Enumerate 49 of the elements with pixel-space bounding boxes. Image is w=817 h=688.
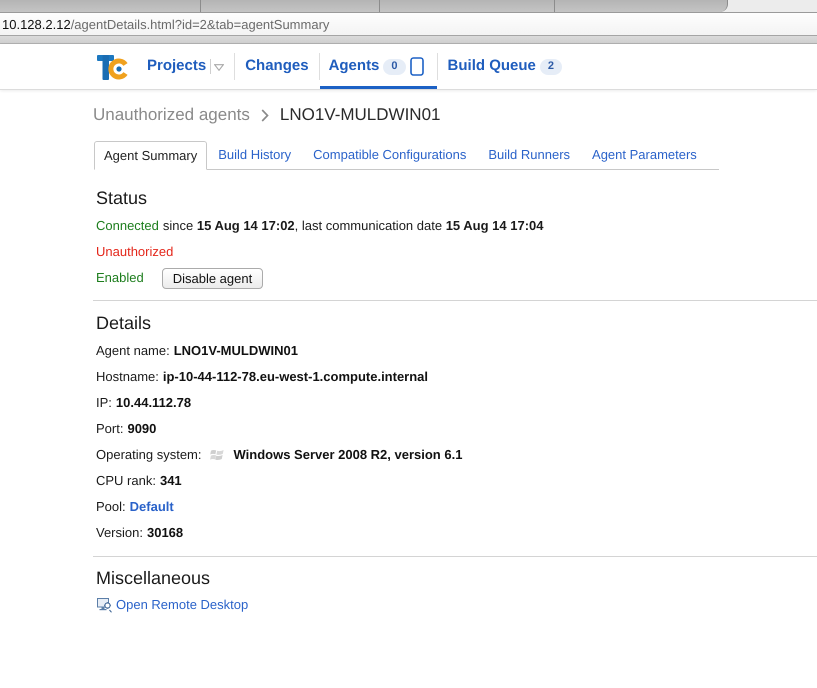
field-value: 10.44.112.78 (116, 394, 192, 412)
browser-tab[interactable] (555, 0, 728, 12)
field-label: Hostname: (96, 368, 159, 386)
field-value: Windows Server 2008 R2, version 6.1 (234, 446, 462, 464)
field-value: LNO1V-MULDWIN01 (174, 342, 298, 360)
field-label: Agent name: (96, 342, 170, 360)
count-badge: 2 (540, 58, 562, 74)
tab[interactable]: Compatible Configurations (302, 140, 478, 169)
tab[interactable]: Build History (207, 140, 302, 169)
pool-link[interactable]: Default (130, 497, 174, 517)
disable-agent-button[interactable]: Disable agent (162, 268, 264, 288)
windows-flag-icon (210, 448, 224, 462)
address-field[interactable]: 10.128.2.12/agentDetails.html?id=2&tab=agentSummary (0, 13, 817, 36)
tab[interactable]: Agent Summary (94, 141, 208, 170)
remote-desktop-link[interactable]: Open Remote Desktop (116, 595, 248, 615)
nav-tab[interactable]: Agents 0 (320, 44, 437, 89)
field-label: Operating system: (96, 446, 202, 464)
browser-tab[interactable] (0, 0, 201, 12)
field-value: 9090 (127, 420, 156, 438)
caret-down-icon[interactable] (214, 64, 224, 71)
field-label: IP: (96, 394, 112, 412)
page-title: LNO1V-MULDWIN01 (280, 104, 440, 126)
nav-tab[interactable]: Projects (137, 44, 234, 89)
square-outline-icon (410, 57, 424, 76)
field-value: ip-10-44-112-78.eu-west-1.compute.internal (162, 368, 428, 386)
remote-desktop-icon (97, 598, 112, 612)
field-label: Pool: (96, 498, 126, 516)
section-heading: Status (95, 187, 148, 209)
status-details: since 15 Aug 14 17:02, last communication date 15 Aug 14 17:04 (162, 217, 544, 236)
section-heading: Miscellaneous (95, 567, 212, 589)
field-label: Port: (96, 420, 124, 438)
breadcrumb-link[interactable]: Unauthorized agents (93, 102, 250, 128)
field-label: CPU rank: (96, 472, 156, 490)
section-heading: Details (95, 312, 152, 334)
tab[interactable]: Build Runners (477, 140, 582, 169)
browser-tab[interactable] (201, 0, 380, 12)
tab[interactable]: Agent Parameters (581, 140, 708, 169)
browser-tab[interactable] (380, 0, 555, 12)
chevron-right-icon (260, 108, 269, 122)
status-label: Enabled (96, 269, 144, 288)
status-label: Connected (96, 217, 159, 236)
count-badge: 0 (383, 58, 406, 74)
status-label: Unauthorized (96, 243, 174, 262)
field-label: Version: (96, 524, 143, 542)
logo-icon[interactable] (97, 54, 128, 80)
field-value: 341 (160, 472, 182, 490)
nav-tab[interactable]: Build Queue 2 (438, 44, 572, 89)
field-value: 30168 (146, 524, 184, 542)
nav-tab[interactable]: Changes (235, 44, 319, 89)
